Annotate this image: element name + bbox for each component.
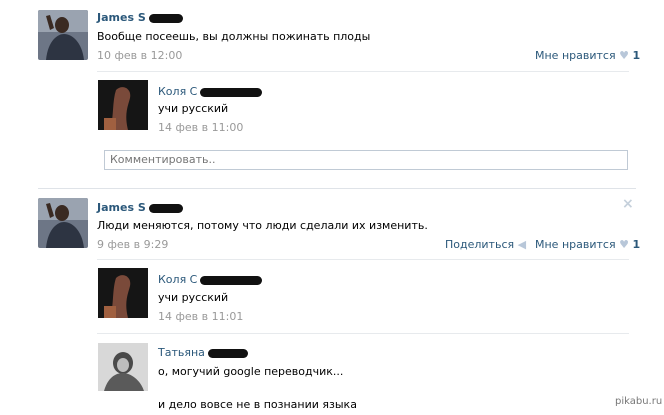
reply-author[interactable]: Коля С — [158, 273, 263, 286]
reply-avatar[interactable] — [98, 343, 148, 391]
reply-avatar[interactable] — [98, 268, 148, 318]
post-time[interactable]: 9 фев в 9:29 — [97, 238, 168, 251]
post-time[interactable]: 10 фев в 12:00 — [97, 49, 182, 62]
share-button[interactable]: Поделиться ◀ — [445, 238, 526, 251]
avatar[interactable] — [38, 198, 88, 248]
author-name[interactable]: James S — [97, 201, 183, 214]
post-text: Вообще посеешь, вы должны пожинать плоды — [97, 30, 371, 43]
heart-icon: ♥ — [619, 238, 629, 251]
reply-text-line-2: и дело вовсе не в познании языка — [158, 398, 357, 411]
divider — [97, 71, 629, 72]
heart-icon: ♥ — [619, 49, 629, 62]
comment-box[interactable] — [104, 150, 628, 170]
divider — [97, 333, 629, 334]
watermark: pikabu.ru — [615, 396, 663, 407]
comment-input[interactable] — [105, 151, 625, 167]
megaphone-icon: ◀ — [517, 238, 527, 251]
post-text: Люди меняются, потому что люди сделали и… — [97, 219, 428, 232]
reply-author[interactable]: Татьяна — [158, 346, 248, 359]
reply-text: учи русский — [158, 291, 229, 304]
reply-avatar[interactable] — [98, 80, 148, 130]
reply-author[interactable]: Коля С — [158, 85, 263, 98]
author-name[interactable]: James S — [97, 11, 183, 24]
reply-time[interactable]: 14 фев в 11:00 — [158, 121, 243, 134]
reply-text: учи русский — [158, 102, 229, 115]
like-button[interactable]: Мне нравится ♥ 1 — [535, 49, 640, 62]
reply-text: о, могучий google переводчик... — [158, 365, 344, 378]
avatar[interactable] — [38, 10, 88, 60]
post-separator — [38, 188, 636, 189]
like-button[interactable]: Мне нравится ♥ 1 — [535, 238, 640, 251]
close-icon[interactable]: × — [622, 196, 634, 212]
divider — [97, 259, 629, 260]
reply-time[interactable]: 14 фев в 11:01 — [158, 310, 243, 323]
